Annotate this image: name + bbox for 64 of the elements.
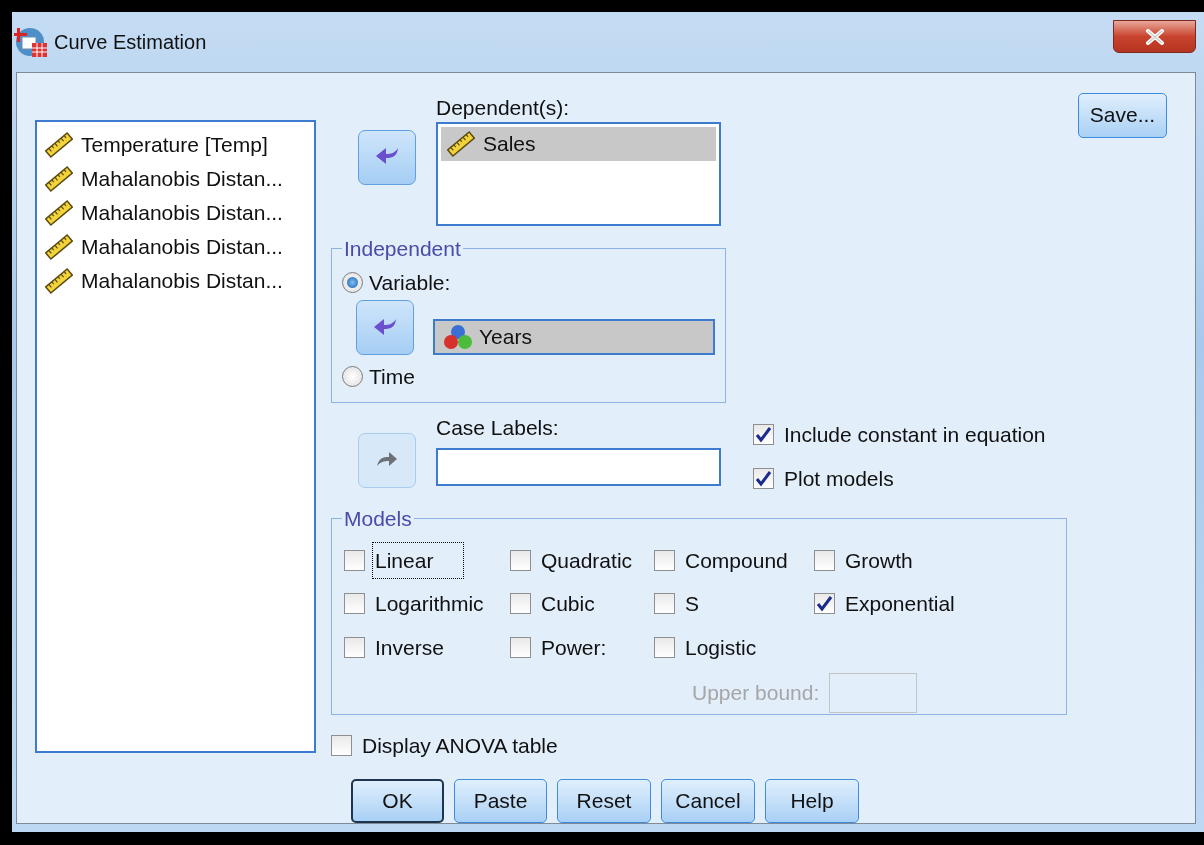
- dialog-button[interactable]: Cancel: [661, 779, 755, 823]
- variable-item[interactable]: Mahalanobis Distan...: [45, 229, 314, 264]
- group-title: Independent: [343, 237, 462, 259]
- independent-variable-field[interactable]: Years: [433, 319, 715, 355]
- variable-label: Mahalanobis Distan...: [81, 165, 283, 192]
- variable-label: Mahalanobis Distan...: [81, 233, 283, 260]
- checkbox-label: Quadratic: [541, 547, 633, 574]
- checkbox-label: Plot models: [784, 466, 894, 492]
- checkbox[interactable]: [510, 593, 531, 615]
- checkbox-label: Linear: [375, 544, 462, 576]
- group-title: Models: [343, 507, 413, 529]
- close-button[interactable]: [1113, 20, 1196, 53]
- checkbox[interactable]: [814, 549, 835, 571]
- checkbox-label: S: [685, 591, 699, 617]
- radio-button[interactable]: [342, 271, 363, 293]
- transfer-button[interactable]: [356, 300, 414, 355]
- field-label: Upper bound:: [692, 680, 820, 707]
- checkbox[interactable]: [344, 593, 365, 615]
- checkbox-label: Inverse: [375, 634, 444, 661]
- radio-button[interactable]: [342, 366, 363, 388]
- variable-item[interactable]: Temperature [Temp]: [45, 127, 314, 162]
- checkbox-label: Growth: [845, 547, 913, 574]
- variable-label: Temperature [Temp]: [81, 131, 268, 158]
- checkbox[interactable]: [654, 636, 675, 658]
- variable-item[interactable]: Mahalanobis Distan...: [45, 161, 314, 196]
- checkbox[interactable]: [344, 549, 365, 571]
- dialog-button[interactable]: OK: [351, 779, 444, 823]
- variable-item[interactable]: Mahalanobis Distan...: [45, 195, 314, 230]
- window-title: Curve Estimation: [54, 30, 207, 55]
- radio-label: Variable:: [369, 269, 451, 296]
- checkbox-label: Exponential: [845, 591, 955, 617]
- checkbox[interactable]: [510, 636, 531, 658]
- save-button[interactable]: Save...: [1078, 92, 1167, 138]
- transfer-button[interactable]: [358, 129, 416, 185]
- checkbox-label: Include constant in equation: [784, 421, 1046, 448]
- dependent-item[interactable]: Sales: [441, 126, 716, 161]
- checkbox[interactable]: [654, 593, 675, 615]
- checkbox-label: Logarithmic: [375, 591, 484, 617]
- dialog-button[interactable]: Help: [765, 779, 859, 823]
- variable-item[interactable]: Mahalanobis Distan...: [45, 263, 314, 298]
- checkbox[interactable]: [654, 549, 675, 571]
- dependents-label: Dependent(s):: [436, 94, 571, 121]
- variable-label: Mahalanobis Distan...: [81, 199, 283, 226]
- checkbox[interactable]: [344, 636, 365, 658]
- checkbox-label: Power:: [541, 634, 607, 661]
- checkbox-label: Display ANOVA table: [362, 732, 558, 759]
- case-labels-field[interactable]: [436, 447, 721, 486]
- variable-label: Sales: [483, 130, 536, 157]
- checkbox-label: Cubic: [541, 591, 595, 617]
- radio-label: Time: [369, 364, 415, 390]
- checkbox-label: Compound: [685, 547, 788, 574]
- variable-label: Mahalanobis Distan...: [81, 267, 283, 294]
- checkbox[interactable]: [510, 549, 531, 571]
- checkbox[interactable]: [753, 468, 774, 490]
- checkbox[interactable]: [331, 734, 352, 756]
- checkbox-label: Logistic: [685, 634, 757, 661]
- dialog-button[interactable]: Paste: [454, 779, 547, 823]
- close-icon: [1144, 28, 1165, 45]
- case-labels-label: Case Labels:: [436, 414, 560, 441]
- nominal-variable-icon: [443, 324, 473, 350]
- variable-label: Years: [479, 324, 532, 351]
- checkbox[interactable]: [753, 423, 774, 445]
- dialog-button[interactable]: Reset: [557, 779, 651, 823]
- checkbox[interactable]: [814, 593, 835, 615]
